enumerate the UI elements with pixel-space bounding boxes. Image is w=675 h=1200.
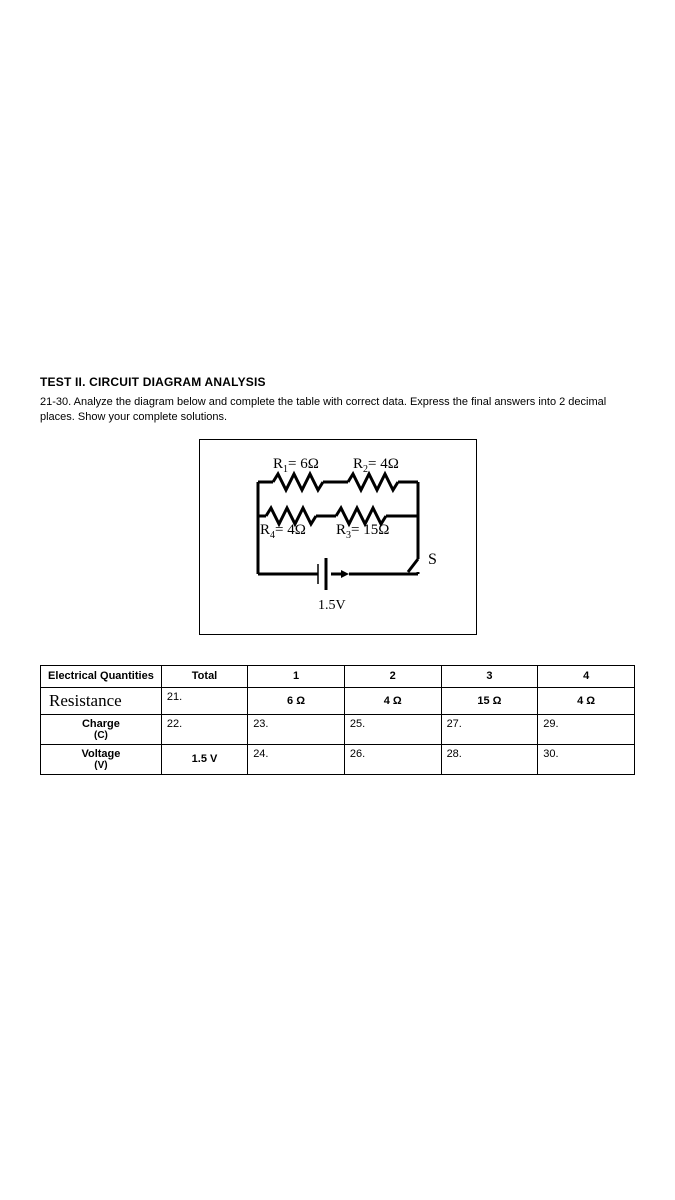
instructions: 21-30. Analyze the diagram below and com… xyxy=(40,395,635,425)
row-resistance: Resistance 21. 6 Ω 4 Ω 15 Ω 4 Ω xyxy=(41,687,635,714)
col-4: 4 xyxy=(538,665,635,687)
svg-text:R4= 4Ω: R4= 4Ω xyxy=(260,522,306,541)
cell-r4: 4 Ω xyxy=(538,687,635,714)
section-title: TEST II. CIRCUIT DIAGRAM ANALYSIS xyxy=(40,375,635,389)
svg-text:R1= 6Ω: R1= 6Ω xyxy=(273,456,319,475)
col-total: Total xyxy=(161,665,247,687)
row-charge: Charge (C) 22. 23. 25. 27. 29. xyxy=(41,714,635,744)
col-electrical-quantities: Electrical Quantities xyxy=(41,665,162,687)
cell-29: 29. xyxy=(538,714,635,744)
cell-26: 26. xyxy=(344,744,441,774)
cell-24: 24. xyxy=(248,744,345,774)
cell-r2: 4 Ω xyxy=(344,687,441,714)
cell-25: 25. xyxy=(344,714,441,744)
cell-23: 23. xyxy=(248,714,345,744)
row-label-charge: Charge (C) xyxy=(41,714,162,744)
cell-r1: 6 Ω xyxy=(248,687,345,714)
cell-28: 28. xyxy=(441,744,538,774)
circuit-diagram-box: R1= 6Ω R2= 4Ω R4= 4Ω R3= 15Ω xyxy=(199,439,477,635)
col-2: 2 xyxy=(344,665,441,687)
circuit-diagram-wrap: R1= 6Ω R2= 4Ω R4= 4Ω R3= 15Ω xyxy=(40,439,635,635)
cell-22: 22. xyxy=(161,714,247,744)
col-1: 1 xyxy=(248,665,345,687)
circuit-diagram: R1= 6Ω R2= 4Ω R4= 4Ω R3= 15Ω xyxy=(218,454,458,624)
cell-30: 30. xyxy=(538,744,635,774)
svg-text:S: S xyxy=(428,551,437,568)
cell-voltage-total: 1.5 V xyxy=(161,744,247,774)
row-label-voltage: Voltage (V) xyxy=(41,744,162,774)
svg-text:R2= 4Ω: R2= 4Ω xyxy=(353,456,399,475)
row-voltage: Voltage (V) 1.5 V 24. 26. 28. 30. xyxy=(41,744,635,774)
svg-text:1.5V: 1.5V xyxy=(318,598,346,613)
cell-27: 27. xyxy=(441,714,538,744)
data-table: Electrical Quantities Total 1 2 3 4 Resi… xyxy=(40,665,635,775)
cell-21: 21. xyxy=(161,687,247,714)
cell-r3: 15 Ω xyxy=(441,687,538,714)
worksheet-content: TEST II. CIRCUIT DIAGRAM ANALYSIS 21-30.… xyxy=(40,375,635,775)
table-header-row: Electrical Quantities Total 1 2 3 4 xyxy=(41,665,635,687)
col-3: 3 xyxy=(441,665,538,687)
row-label-resistance: Resistance xyxy=(41,687,162,714)
